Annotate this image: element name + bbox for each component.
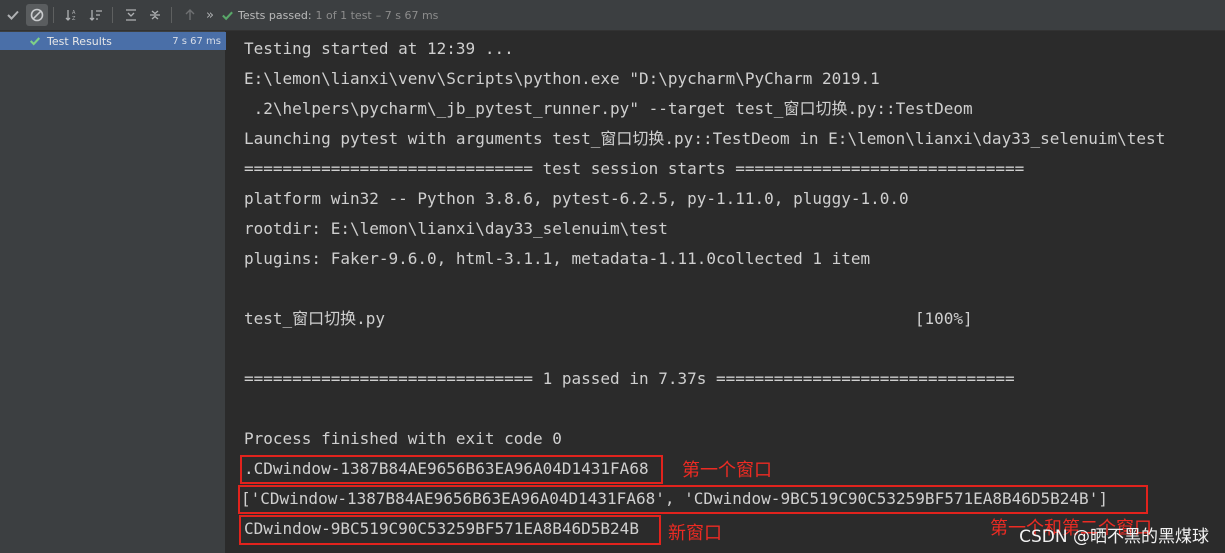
toolbar-separator <box>171 7 172 23</box>
sort-alpha-icon: AZ <box>65 10 76 22</box>
console-line: Process finished with exit code 0 <box>244 429 562 448</box>
highlight-box-window-list <box>238 485 1148 514</box>
annotation-first-window: 第一个窗口 <box>682 460 772 481</box>
toolbar-separator <box>112 7 113 23</box>
console-line: test_窗口切换.py [100%] <box>244 309 973 328</box>
console-line: Launching pytest with arguments test_窗口切… <box>244 129 1166 148</box>
status-label: Tests passed: <box>238 8 312 22</box>
console-line: rootdir: E:\lemon\lianxi\day33_selenuim\… <box>244 219 668 238</box>
status-time: – 7 s 67 ms <box>375 8 439 22</box>
annotation-new-window: 新窗口 <box>668 523 722 544</box>
test-status: Tests passed: 1 of 1 test – 7 s 67 ms <box>221 9 438 22</box>
expand-all-icon <box>126 9 136 21</box>
svg-text:Z: Z <box>72 16 76 22</box>
more-actions-button[interactable]: » <box>203 4 217 26</box>
sort-alphabetically-button[interactable]: AZ <box>61 4 83 26</box>
console-line: ============================== 1 passed … <box>244 369 1015 388</box>
console-line: E:\lemon\lianxi\venv\Scripts\python.exe … <box>244 69 880 88</box>
collapse-all-icon <box>150 10 160 20</box>
check-icon <box>7 10 19 20</box>
console-line: platform win32 -- Python 3.8.6, pytest-6… <box>244 189 909 208</box>
console-output[interactable]: Testing started at 12:39 ... E:\lemon\li… <box>226 31 1225 553</box>
console-line: .2\helpers\pycharm\_jb_pytest_runner.py"… <box>244 99 973 118</box>
show-ignored-button[interactable] <box>26 4 48 26</box>
status-count: 1 of 1 test <box>315 8 372 22</box>
collapse-all-button[interactable] <box>144 4 166 26</box>
sort-by-duration-button[interactable] <box>85 4 107 26</box>
tree-item-label: Test Results <box>47 34 112 48</box>
prohibited-icon <box>30 8 44 22</box>
double-chevron-right-icon: » <box>206 7 214 23</box>
expand-all-button[interactable] <box>120 4 142 26</box>
previous-failed-button[interactable] <box>179 4 201 26</box>
console-line: ============================== test sess… <box>244 159 1025 178</box>
sort-duration-icon <box>89 10 102 21</box>
watermark: CSDN @晒不黑的黑煤球 <box>1019 527 1209 547</box>
console-line: Testing started at 12:39 ... <box>244 39 514 58</box>
highlight-box-first-window <box>240 455 663 484</box>
pass-check-icon <box>29 37 41 46</box>
highlight-box-new-window <box>239 515 661 545</box>
toolbar-separator <box>53 7 54 23</box>
show-passed-button[interactable] <box>2 4 24 26</box>
pass-check-icon <box>222 11 233 20</box>
tree-item-time: 7 s 67 ms <box>172 35 221 47</box>
test-tree-panel: Test Results 7 s 67 ms <box>0 31 226 553</box>
arrow-up-icon <box>185 9 195 20</box>
test-runner-toolbar: AZ » Tests passed: 1 of 1 test – 7 s 67 … <box>0 0 1225 31</box>
console-line: plugins: Faker-9.6.0, html-3.1.1, metada… <box>244 249 871 268</box>
tree-item-test-results[interactable]: Test Results 7 s 67 ms <box>0 32 226 50</box>
